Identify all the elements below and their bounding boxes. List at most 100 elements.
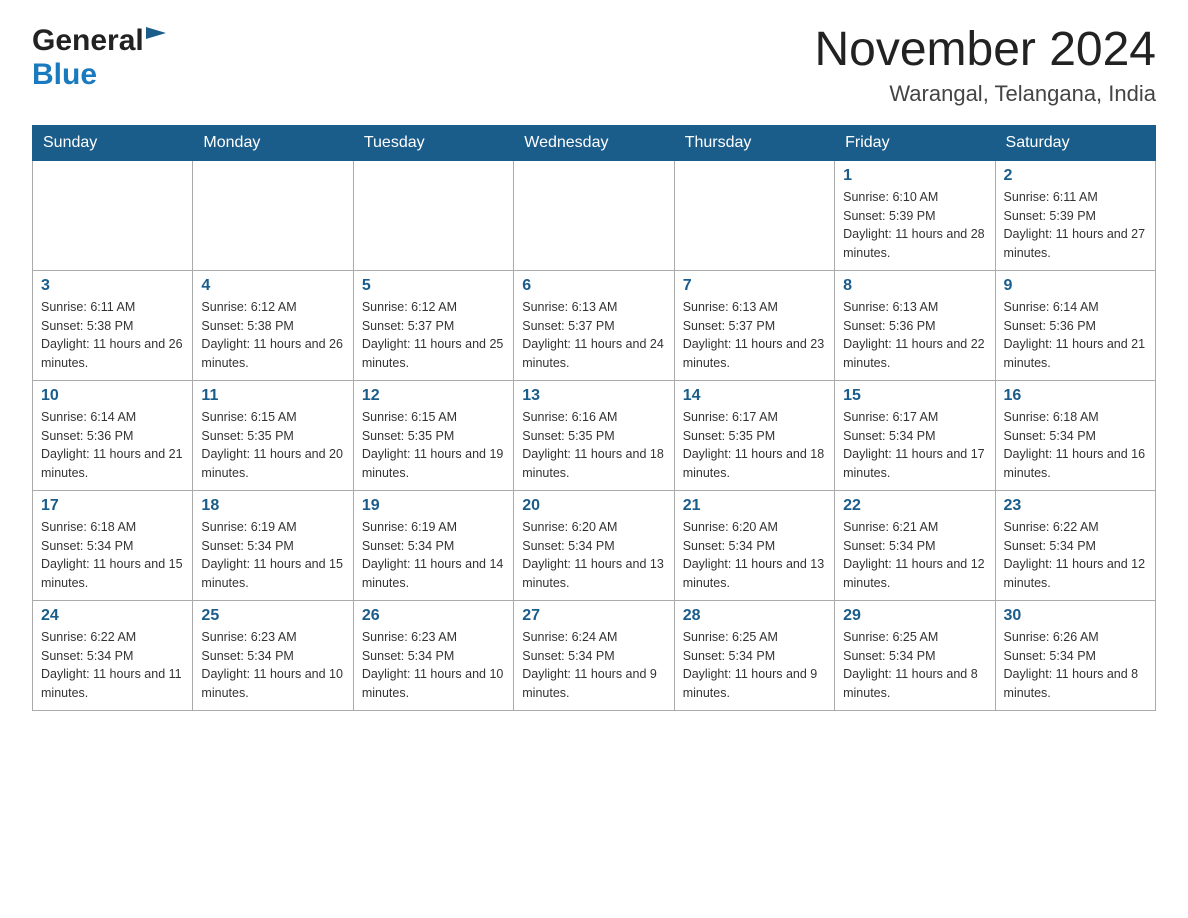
day-number: 1 xyxy=(843,167,986,185)
calendar-day-cell xyxy=(674,160,834,270)
logo-blue-text: Blue xyxy=(32,58,97,92)
day-number: 26 xyxy=(362,607,505,625)
calendar-day-cell: 1 Sunrise: 6:10 AMSunset: 5:39 PMDaylight… xyxy=(835,160,995,270)
day-info: Sunrise: 6:19 AMSunset: 5:34 PMDaylight:… xyxy=(201,518,344,593)
day-number: 17 xyxy=(41,497,184,515)
day-number: 2 xyxy=(1004,167,1147,185)
day-number: 11 xyxy=(201,387,344,405)
day-number: 20 xyxy=(522,497,665,515)
calendar-day-cell: 27 Sunrise: 6:24 AMSunset: 5:34 PMDayligh… xyxy=(514,600,674,710)
day-info: Sunrise: 6:24 AMSunset: 5:34 PMDaylight:… xyxy=(522,628,665,703)
calendar-day-cell: 17 Sunrise: 6:18 AMSunset: 5:34 PMDayligh… xyxy=(33,490,193,600)
page-header: General Blue November 2024 Warangal, Tel… xyxy=(32,24,1156,107)
calendar-day-cell: 6 Sunrise: 6:13 AMSunset: 5:37 PMDaylight… xyxy=(514,270,674,380)
calendar-day-cell: 30Sunrise: 6:26 AMSunset: 5:34 PMDayligh… xyxy=(995,600,1155,710)
day-info: Sunrise: 6:16 AMSunset: 5:35 PMDaylight:… xyxy=(522,408,665,483)
day-info: Sunrise: 6:21 AMSunset: 5:34 PMDaylight:… xyxy=(843,518,986,593)
day-info: Sunrise: 6:23 AMSunset: 5:34 PMDaylight:… xyxy=(362,628,505,703)
day-number: 9 xyxy=(1004,277,1147,295)
weekday-header-sunday: Sunday xyxy=(33,125,193,160)
day-info: Sunrise: 6:22 AMSunset: 5:34 PMDaylight:… xyxy=(41,628,184,703)
day-info: Sunrise: 6:18 AMSunset: 5:34 PMDaylight:… xyxy=(1004,408,1147,483)
location-title: Warangal, Telangana, India xyxy=(814,81,1156,107)
calendar-table: SundayMondayTuesdayWednesdayThursdayFrid… xyxy=(32,125,1156,711)
calendar-week-row: 24 Sunrise: 6:22 AMSunset: 5:34 PMDayligh… xyxy=(33,600,1156,710)
day-info: Sunrise: 6:26 AMSunset: 5:34 PMDaylight:… xyxy=(1004,628,1147,703)
day-number: 6 xyxy=(522,277,665,295)
day-number: 25 xyxy=(201,607,344,625)
day-number: 28 xyxy=(683,607,826,625)
day-number: 27 xyxy=(522,607,665,625)
weekday-header-monday: Monday xyxy=(193,125,353,160)
calendar-day-cell: 2 Sunrise: 6:11 AMSunset: 5:39 PMDaylight… xyxy=(995,160,1155,270)
day-info: Sunrise: 6:13 AMSunset: 5:37 PMDaylight:… xyxy=(522,298,665,373)
day-number: 13 xyxy=(522,387,665,405)
logo: General Blue xyxy=(32,24,168,92)
day-info: Sunrise: 6:20 AMSunset: 5:34 PMDaylight:… xyxy=(683,518,826,593)
day-number: 16 xyxy=(1004,387,1147,405)
calendar-day-cell: 5 Sunrise: 6:12 AMSunset: 5:37 PMDaylight… xyxy=(353,270,513,380)
weekday-header-row: SundayMondayTuesdayWednesdayThursdayFrid… xyxy=(33,125,1156,160)
calendar-day-cell: 19 Sunrise: 6:19 AMSunset: 5:34 PMDayligh… xyxy=(353,490,513,600)
calendar-day-cell xyxy=(33,160,193,270)
calendar-day-cell: 18 Sunrise: 6:19 AMSunset: 5:34 PMDayligh… xyxy=(193,490,353,600)
calendar-day-cell xyxy=(193,160,353,270)
calendar-day-cell: 16 Sunrise: 6:18 AMSunset: 5:34 PMDayligh… xyxy=(995,380,1155,490)
day-info: Sunrise: 6:13 AMSunset: 5:36 PMDaylight:… xyxy=(843,298,986,373)
day-number: 10 xyxy=(41,387,184,405)
day-number: 29 xyxy=(843,607,986,625)
day-info: Sunrise: 6:17 AMSunset: 5:35 PMDaylight:… xyxy=(683,408,826,483)
day-info: Sunrise: 6:19 AMSunset: 5:34 PMDaylight:… xyxy=(362,518,505,593)
day-info: Sunrise: 6:11 AMSunset: 5:38 PMDaylight:… xyxy=(41,298,184,373)
calendar-week-row: 17 Sunrise: 6:18 AMSunset: 5:34 PMDayligh… xyxy=(33,490,1156,600)
logo-flag-icon xyxy=(146,27,168,45)
day-info: Sunrise: 6:12 AMSunset: 5:38 PMDaylight:… xyxy=(201,298,344,373)
calendar-week-row: 10Sunrise: 6:14 AMSunset: 5:36 PMDayligh… xyxy=(33,380,1156,490)
weekday-header-saturday: Saturday xyxy=(995,125,1155,160)
calendar-day-cell: 13 Sunrise: 6:16 AMSunset: 5:35 PMDayligh… xyxy=(514,380,674,490)
calendar-day-cell: 29Sunrise: 6:25 AMSunset: 5:34 PMDayligh… xyxy=(835,600,995,710)
weekday-header-friday: Friday xyxy=(835,125,995,160)
day-info: Sunrise: 6:15 AMSunset: 5:35 PMDaylight:… xyxy=(362,408,505,483)
weekday-header-tuesday: Tuesday xyxy=(353,125,513,160)
calendar-day-cell: 10Sunrise: 6:14 AMSunset: 5:36 PMDayligh… xyxy=(33,380,193,490)
day-info: Sunrise: 6:17 AMSunset: 5:34 PMDaylight:… xyxy=(843,408,986,483)
calendar-day-cell: 20 Sunrise: 6:20 AMSunset: 5:34 PMDayligh… xyxy=(514,490,674,600)
logo-general-text: General xyxy=(32,24,144,58)
day-info: Sunrise: 6:11 AMSunset: 5:39 PMDaylight:… xyxy=(1004,188,1147,263)
day-info: Sunrise: 6:12 AMSunset: 5:37 PMDaylight:… xyxy=(362,298,505,373)
day-number: 19 xyxy=(362,497,505,515)
day-info: Sunrise: 6:25 AMSunset: 5:34 PMDaylight:… xyxy=(683,628,826,703)
calendar-day-cell: 7Sunrise: 6:13 AMSunset: 5:37 PMDaylight… xyxy=(674,270,834,380)
day-info: Sunrise: 6:22 AMSunset: 5:34 PMDaylight:… xyxy=(1004,518,1147,593)
calendar-day-cell: 9 Sunrise: 6:14 AMSunset: 5:36 PMDaylight… xyxy=(995,270,1155,380)
calendar-day-cell: 15 Sunrise: 6:17 AMSunset: 5:34 PMDayligh… xyxy=(835,380,995,490)
calendar-day-cell: 11Sunrise: 6:15 AMSunset: 5:35 PMDayligh… xyxy=(193,380,353,490)
day-number: 18 xyxy=(201,497,344,515)
calendar-day-cell: 24 Sunrise: 6:22 AMSunset: 5:34 PMDayligh… xyxy=(33,600,193,710)
day-info: Sunrise: 6:10 AMSunset: 5:39 PMDaylight:… xyxy=(843,188,986,263)
calendar-day-cell: 28 Sunrise: 6:25 AMSunset: 5:34 PMDayligh… xyxy=(674,600,834,710)
day-info: Sunrise: 6:20 AMSunset: 5:34 PMDaylight:… xyxy=(522,518,665,593)
calendar-day-cell: 23 Sunrise: 6:22 AMSunset: 5:34 PMDayligh… xyxy=(995,490,1155,600)
calendar-day-cell: 3Sunrise: 6:11 AMSunset: 5:38 PMDaylight… xyxy=(33,270,193,380)
calendar-day-cell xyxy=(514,160,674,270)
calendar-week-row: 1 Sunrise: 6:10 AMSunset: 5:39 PMDaylight… xyxy=(33,160,1156,270)
day-info: Sunrise: 6:14 AMSunset: 5:36 PMDaylight:… xyxy=(1004,298,1147,373)
day-number: 21 xyxy=(683,497,826,515)
day-number: 24 xyxy=(41,607,184,625)
day-number: 23 xyxy=(1004,497,1147,515)
day-number: 7 xyxy=(683,277,826,295)
weekday-header-thursday: Thursday xyxy=(674,125,834,160)
calendar-day-cell: 4Sunrise: 6:12 AMSunset: 5:38 PMDaylight… xyxy=(193,270,353,380)
calendar-day-cell: 21 Sunrise: 6:20 AMSunset: 5:34 PMDayligh… xyxy=(674,490,834,600)
day-info: Sunrise: 6:18 AMSunset: 5:34 PMDaylight:… xyxy=(41,518,184,593)
calendar-day-cell: 25Sunrise: 6:23 AMSunset: 5:34 PMDayligh… xyxy=(193,600,353,710)
day-number: 15 xyxy=(843,387,986,405)
day-number: 22 xyxy=(843,497,986,515)
calendar-day-cell: 8Sunrise: 6:13 AMSunset: 5:36 PMDaylight… xyxy=(835,270,995,380)
calendar-day-cell xyxy=(353,160,513,270)
calendar-day-cell: 12Sunrise: 6:15 AMSunset: 5:35 PMDayligh… xyxy=(353,380,513,490)
day-number: 5 xyxy=(362,277,505,295)
month-title: November 2024 xyxy=(814,24,1156,77)
